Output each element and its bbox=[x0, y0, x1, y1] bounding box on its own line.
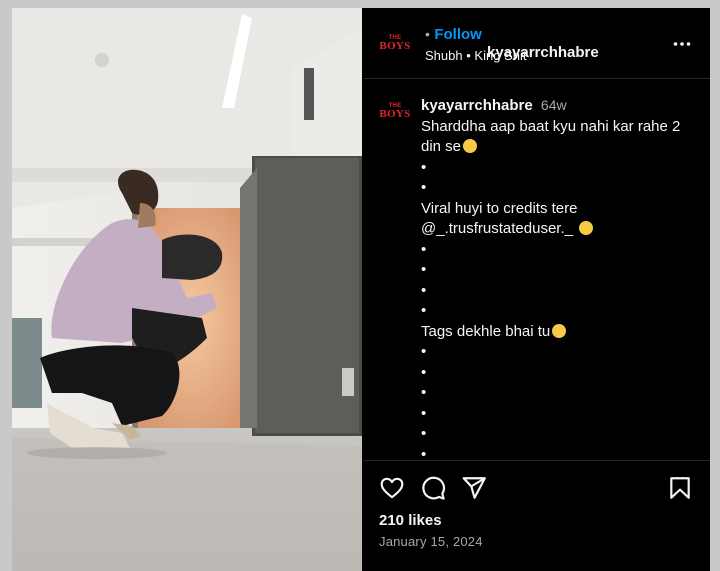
audio-separator: • bbox=[466, 48, 471, 63]
caption-line-1: Sharddha aap baat kyu nahi kar rahe 2 di… bbox=[421, 117, 681, 156]
bullet: • bbox=[421, 240, 427, 258]
caption-avatar[interactable]: THE BOYS bbox=[377, 93, 413, 129]
avatar-text-bottom: BOYS bbox=[379, 107, 411, 120]
more-icon[interactable] bbox=[672, 34, 692, 54]
bullet: • bbox=[421, 404, 427, 422]
action-bar: 210 likes January 15, 2024 bbox=[363, 460, 710, 571]
follow-button[interactable]: Follow bbox=[434, 26, 482, 43]
header-line: kyayarrchhabre • Follow bbox=[425, 26, 599, 61]
bullet: • bbox=[421, 343, 427, 360]
caption-line-2: Viral huyi to credits tere bbox=[421, 199, 578, 217]
emoji-icon bbox=[463, 139, 478, 153]
audio-track[interactable]: King Shit bbox=[474, 48, 526, 63]
caption-time[interactable]: 64w bbox=[541, 97, 567, 113]
post-header: THE BOYS kyayarrchhabre • Follow Shubh •… bbox=[363, 8, 710, 79]
caption-header: kyayarrchhabre 64w bbox=[421, 95, 696, 117]
bullet: • bbox=[421, 281, 427, 299]
bullet: • bbox=[421, 445, 427, 460]
caption-line: @_.trusfrustateduser._ bbox=[421, 219, 696, 240]
bullet: • bbox=[421, 261, 427, 278]
emoji-icon bbox=[552, 323, 567, 338]
emoji-icon bbox=[579, 221, 594, 235]
post-date[interactable]: January 15, 2024 bbox=[379, 534, 483, 549]
audio-line: Shubh • King Shit bbox=[425, 48, 526, 63]
caption-section: THE BOYS kyayarrchhabre 64w Sharddha aap… bbox=[363, 79, 710, 459]
mention-link[interactable]: @_.trusfrustateduser._ bbox=[421, 220, 573, 237]
bullet: • bbox=[421, 302, 427, 319]
caption-line-4: Tags dekhle bhai tu bbox=[421, 322, 551, 340]
separator-dot: • bbox=[425, 26, 430, 42]
video-frame bbox=[12, 8, 362, 571]
avatar-text-bottom: BOYS bbox=[379, 39, 411, 52]
bullet: • bbox=[421, 179, 427, 196]
likes-count[interactable]: 210 likes bbox=[379, 512, 442, 529]
bullet: • bbox=[421, 425, 427, 442]
send-icon[interactable] bbox=[461, 475, 487, 501]
caption-line: Tags dekhle bhai tu bbox=[421, 322, 696, 343]
bullet: • bbox=[421, 384, 427, 401]
post-details-panel: THE BOYS kyayarrchhabre • Follow Shubh •… bbox=[363, 8, 710, 571]
post-video[interactable] bbox=[12, 8, 362, 571]
bullet: • bbox=[421, 158, 427, 176]
caption-username[interactable]: kyayarrchhabre bbox=[421, 97, 533, 114]
bookmark-icon[interactable] bbox=[667, 475, 693, 501]
caption-line: Sharddha aap baat kyu nahi kar rahe 2 di… bbox=[421, 117, 696, 158]
comment-icon[interactable] bbox=[420, 475, 446, 501]
bullet: • bbox=[421, 363, 427, 381]
post-modal: THE BOYS kyayarrchhabre • Follow Shubh •… bbox=[12, 8, 710, 571]
caption-text: kyayarrchhabre 64w Sharddha aap baat kyu… bbox=[421, 95, 696, 459]
avatar[interactable]: THE BOYS bbox=[377, 25, 413, 61]
audio-artist[interactable]: Shubh bbox=[425, 48, 463, 63]
heart-icon[interactable] bbox=[379, 475, 405, 501]
